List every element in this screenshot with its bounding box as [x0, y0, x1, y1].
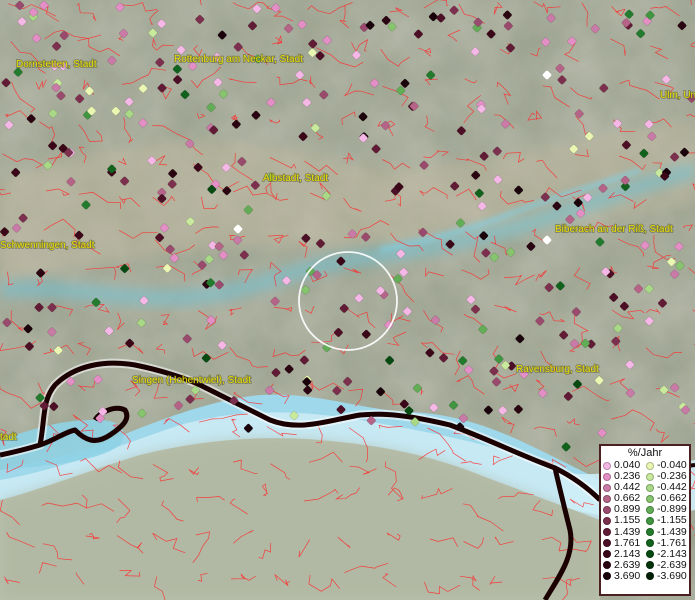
- legend-value: 3.690: [614, 569, 641, 582]
- legend-negative-cell: -1.155: [646, 515, 689, 526]
- legend-swatch: [603, 572, 611, 581]
- legend-value: -3.690: [657, 569, 687, 582]
- legend-value: 1.439: [614, 525, 641, 538]
- city-label-biberach: Biberach an der Riß, Stadt: [555, 224, 673, 235]
- city-label-singen: Singen (Hohentwiel), Stadt: [132, 375, 251, 386]
- legend-positive-cell: 1.155: [603, 515, 646, 526]
- legend-swatch: [646, 550, 654, 559]
- legend-swatch: [603, 472, 611, 481]
- city-label-schwenningen: Schwenningen, Stadt: [0, 240, 95, 251]
- legend-negative-cell: -3.690: [646, 569, 689, 582]
- legend-swatch: [603, 539, 611, 548]
- map-canvas[interactable]: Dornstetten, Stadt Rottenburg am Neckar,…: [0, 0, 695, 600]
- city-label-ulm: Ulm, Uni: [660, 90, 695, 101]
- legend-positive-cell: 3.690: [603, 569, 646, 582]
- legend-swatch: [646, 561, 654, 570]
- legend-positive-cell: 1.439: [603, 525, 646, 538]
- legend-negative-cell: -1.439: [646, 525, 689, 538]
- legend-value: -1.155: [657, 514, 687, 527]
- legend-swatch: [646, 494, 654, 503]
- city-label-partial: tadt: [0, 432, 17, 443]
- legend-value: -1.439: [657, 525, 687, 538]
- legend-swatch: [646, 472, 654, 481]
- city-label-dornstetten: Dornstetten, Stadt: [16, 59, 97, 70]
- legend-swatch: [603, 550, 611, 559]
- legend-swatch: [603, 528, 611, 537]
- legend-row: 3.690 -3.690: [601, 569, 689, 582]
- legend-swatch: [646, 528, 654, 537]
- legend-swatch: [646, 505, 654, 514]
- city-label-rottenburg: Rottenburg am Neckar, Stadt: [174, 54, 303, 65]
- legend-swatch: [646, 461, 654, 470]
- legend-swatch: [603, 561, 611, 570]
- legend: %/Jahr 0.040 -0.040 0.236 -0.236 0.442 -0.442…: [599, 444, 691, 596]
- legend-swatch: [603, 505, 611, 514]
- legend-row: 1.155 -1.155: [601, 515, 689, 526]
- legend-swatch: [646, 483, 654, 492]
- legend-swatch: [646, 539, 654, 548]
- legend-value: 1.155: [614, 514, 641, 527]
- legend-row: 1.439 -1.439: [601, 525, 689, 538]
- legend-rows: 0.040 -0.040 0.236 -0.236 0.442 -0.442 0.662 -0…: [601, 459, 689, 582]
- city-label-ravensburg: Ravensburg, Stadt: [516, 364, 599, 375]
- legend-swatch: [646, 517, 654, 526]
- legend-swatch: [603, 494, 611, 503]
- legend-swatch: [603, 461, 611, 470]
- city-label-albstadt: Albstadt, Stadt: [263, 173, 328, 184]
- legend-swatch: [646, 572, 654, 581]
- legend-swatch: [603, 483, 611, 492]
- legend-swatch: [603, 517, 611, 526]
